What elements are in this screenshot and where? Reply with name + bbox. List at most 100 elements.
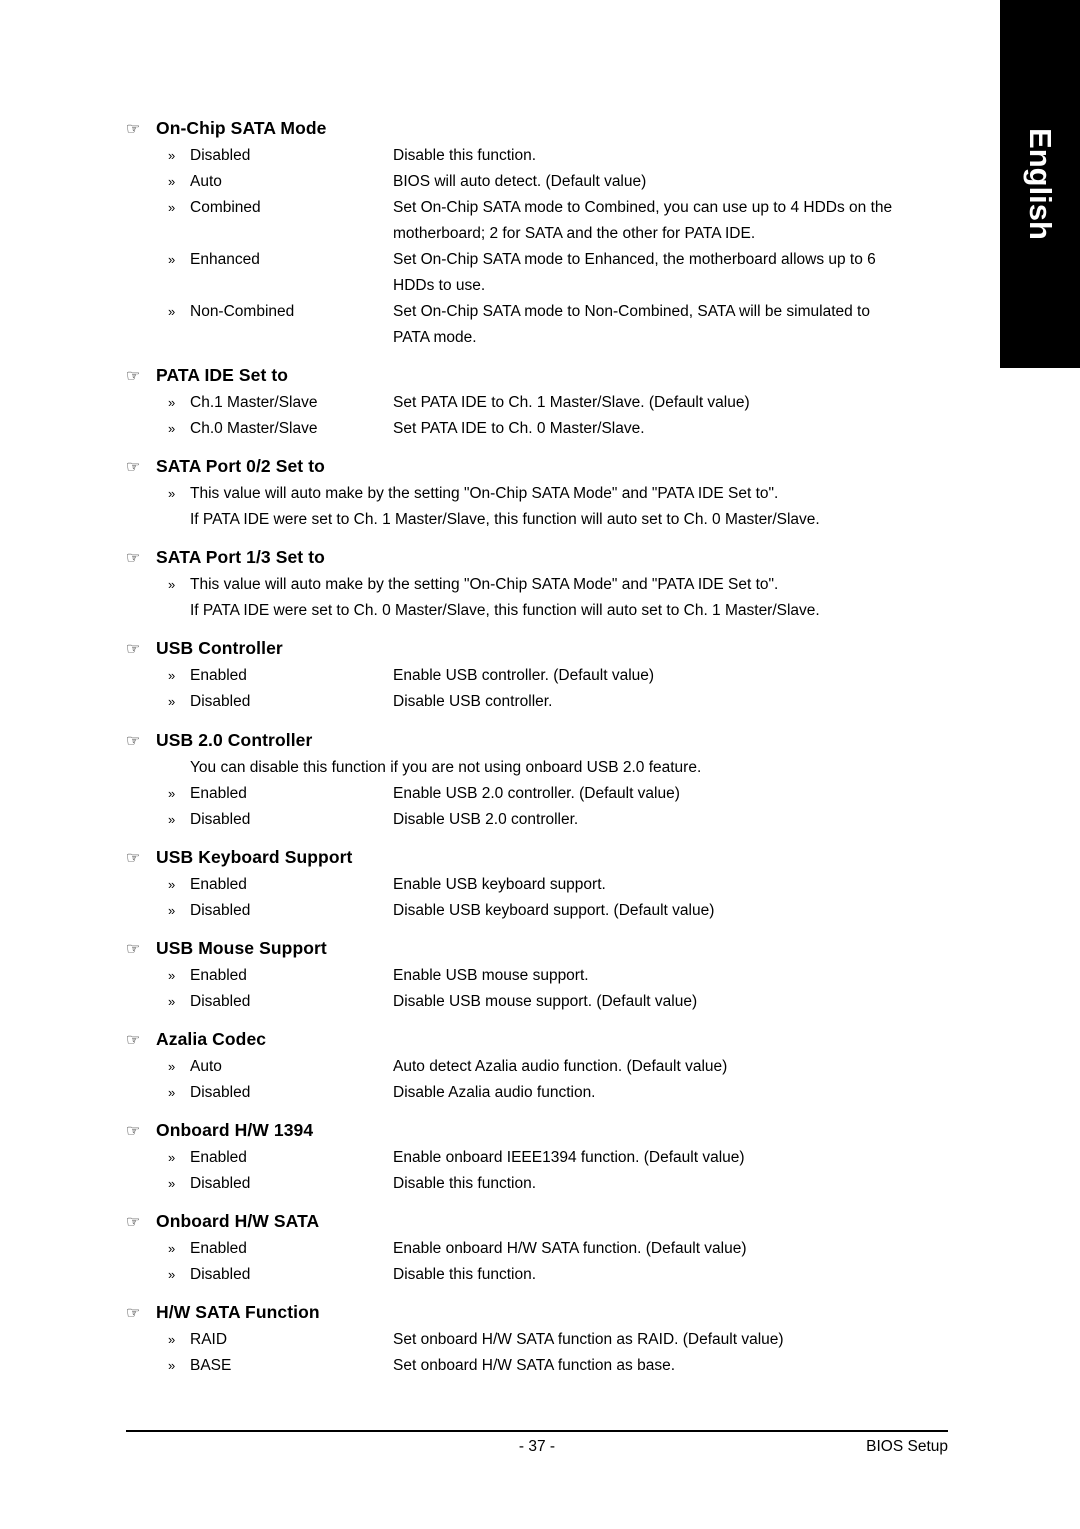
option-row: » Disabled Disable Azalia audio function. (126, 1080, 966, 1106)
double-arrow-icon: » (168, 1266, 175, 1282)
option-row: » Combined Set On-Chip SATA mode to Combin… (126, 195, 966, 247)
option-description-line: Disable USB keyboard support. (Default v… (393, 901, 715, 919)
double-arrow-icon: » (168, 1357, 175, 1373)
option-description-line: Disable USB 2.0 controller. (393, 810, 579, 828)
option-name: Disabled (190, 810, 251, 828)
double-arrow-icon: » (168, 1058, 175, 1074)
option-row: » Disabled Disable this function. (126, 143, 966, 169)
section-heading: ☞ USB Keyboard Support (126, 847, 966, 868)
note-text: This value will auto make by the setting… (190, 576, 779, 594)
note-text: If PATA IDE were set to Ch. 1 Master/Sla… (190, 511, 820, 529)
section-title: USB 2.0 Controller (156, 729, 313, 750)
double-arrow-icon: » (168, 668, 175, 684)
option-row: » Disabled Disable USB keyboard support. (… (126, 898, 966, 924)
doc-section: ☞ PATA IDE Set to » Ch.1 Master/Slave Set PA… (126, 365, 966, 442)
footer-section-label: BIOS Setup (866, 1438, 948, 1455)
option-description-line: Disable USB mouse support. (Default valu… (393, 992, 698, 1010)
option-name: Enabled (190, 966, 247, 984)
option-name: Disabled (190, 147, 251, 164)
doc-section: ☞ H/W SATA Function » RAID Set onboard H/W S… (126, 1302, 966, 1379)
option-description: Disable USB 2.0 controller. (393, 807, 966, 833)
double-arrow-icon: » (168, 486, 175, 502)
doc-section: ☞ USB 2.0 Controller You can disable this … (126, 730, 966, 833)
option-description-line: Auto detect Azalia audio function. (Defa… (393, 1057, 728, 1075)
option-name: Enabled (190, 1239, 247, 1257)
option-description: Set PATA IDE to Ch. 0 Master/Slave. (393, 416, 966, 442)
double-arrow-icon: » (168, 1084, 175, 1100)
option-name: Enhanced (190, 251, 260, 269)
language-tab: English (1000, 0, 1080, 368)
double-arrow-icon: » (168, 785, 175, 801)
option-description: Set onboard H/W SATA function as base. (393, 1353, 966, 1379)
note-row: » This value will auto make by the settin… (126, 572, 966, 598)
option-name: Auto (190, 173, 222, 191)
option-description-line: Set On-Chip SATA mode to Non-Combined, S… (393, 303, 870, 321)
doc-section: ☞ USB Controller » Enabled Enable USB contro… (126, 638, 966, 715)
note-text: This value will auto make by the setting… (190, 485, 779, 503)
option-description-line: Set PATA IDE to Ch. 1 Master/Slave. (Def… (393, 394, 750, 412)
language-tab-label: English (1023, 128, 1058, 240)
section-title: USB Keyboard Support (156, 846, 353, 867)
double-arrow-icon: » (168, 876, 175, 892)
option-description: Enable USB controller. (Default value) (393, 663, 966, 689)
section-title: H/W SATA Function (156, 1301, 320, 1322)
option-name: Disabled (190, 992, 251, 1010)
option-description-line: Set On-Chip SATA mode to Enhanced, the m… (393, 251, 876, 269)
option-description-line: Set On-Chip SATA mode to Combined, you c… (393, 199, 893, 217)
option-description: Enable onboard H/W SATA function. (Defau… (393, 1236, 966, 1262)
option-row: » Auto BIOS will auto detect. (Default val… (126, 169, 966, 195)
note-text: If PATA IDE were set to Ch. 0 Master/Sla… (190, 602, 820, 620)
option-name: Enabled (190, 784, 247, 802)
option-description: Set On-Chip SATA mode to Combined, you c… (393, 195, 966, 247)
option-row: » Disabled Disable this function. (126, 1262, 966, 1288)
option-row: » Non-Combined Set On-Chip SATA mode to No… (126, 299, 966, 351)
double-arrow-icon: » (168, 993, 175, 1009)
double-arrow-icon: » (168, 421, 175, 437)
section-heading: ☞ PATA IDE Set to (126, 365, 966, 386)
pointing-hand-icon: ☞ (126, 368, 141, 386)
option-description: Disable this function. (393, 1171, 966, 1197)
option-row: » Enabled Enable USB controller. (Default … (126, 663, 966, 689)
option-name: Disabled (190, 1265, 251, 1283)
section-heading: ☞ USB 2.0 Controller (126, 730, 966, 751)
option-row: » Auto Auto detect Azalia audio function. … (126, 1054, 966, 1080)
option-description-line: Enable USB mouse support. (393, 966, 589, 984)
pointing-hand-icon: ☞ (126, 1304, 141, 1322)
option-description-line: Disable Azalia audio function. (393, 1083, 596, 1101)
double-arrow-icon: » (168, 174, 175, 190)
section-title: USB Mouse Support (156, 937, 327, 958)
section-title: SATA Port 1/3 Set to (156, 547, 325, 568)
doc-section: ☞ SATA Port 0/2 Set to » This value will au… (126, 456, 966, 533)
double-arrow-icon: » (168, 1175, 175, 1191)
option-description-line: Enable USB keyboard support. (393, 875, 606, 893)
option-description: Disable USB controller. (393, 689, 966, 715)
option-description-line: Set PATA IDE to Ch. 0 Master/Slave. (393, 420, 645, 438)
doc-section: ☞ USB Mouse Support » Enabled Enable USB mou… (126, 938, 966, 1015)
option-description-continuation: motherboard; 2 for SATA and the other fo… (393, 225, 756, 243)
doc-section: ☞ On-Chip SATA Mode » Disabled Disable this … (126, 118, 966, 351)
pointing-hand-icon: ☞ (126, 550, 141, 568)
option-description: Enable USB mouse support. (393, 963, 966, 989)
note-text: You can disable this function if you are… (190, 758, 702, 776)
option-row: » BASE Set onboard H/W SATA function as ba… (126, 1353, 966, 1379)
option-description: Set PATA IDE to Ch. 1 Master/Slave. (Def… (393, 390, 966, 416)
section-title: Onboard H/W SATA (156, 1210, 320, 1231)
option-description: Disable USB keyboard support. (Default v… (393, 898, 966, 924)
pointing-hand-icon: ☞ (126, 121, 141, 138)
option-description: Set On-Chip SATA mode to Enhanced, the m… (393, 247, 966, 299)
pointing-hand-icon: ☞ (126, 1031, 141, 1049)
doc-section: ☞ Azalia Codec » Auto Auto detect Azalia aud… (126, 1029, 966, 1106)
section-heading: ☞ SATA Port 0/2 Set to (126, 456, 966, 477)
option-row: » Disabled Disable USB mouse support. (Def… (126, 989, 966, 1015)
option-row: » Enabled Enable USB keyboard support. (126, 872, 966, 898)
option-row: » Ch.0 Master/Slave Set PATA IDE to Ch. 0 … (126, 416, 966, 442)
doc-section: ☞ Onboard H/W SATA » Enabled Enable onboard … (126, 1211, 966, 1288)
section-heading: ☞ Onboard H/W SATA (126, 1211, 966, 1232)
section-title: Onboard H/W 1394 (156, 1119, 314, 1140)
option-name: Enabled (190, 1148, 247, 1166)
pointing-hand-icon: ☞ (126, 459, 141, 477)
double-arrow-icon: » (168, 967, 175, 983)
option-description: Set onboard H/W SATA function as RAID. (… (393, 1327, 966, 1353)
double-arrow-icon: » (168, 1149, 175, 1165)
section-heading: ☞ Onboard H/W 1394 (126, 1120, 966, 1141)
